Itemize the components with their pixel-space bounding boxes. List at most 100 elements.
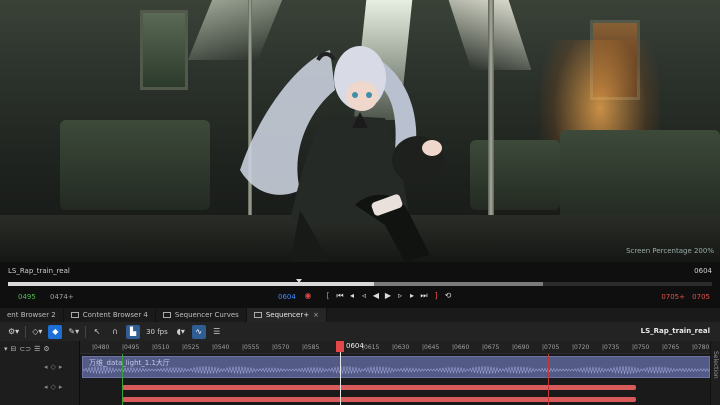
link-icon[interactable]: ⊂⊃: [19, 345, 31, 353]
tab-label: ent Browser 2: [7, 311, 56, 319]
outliner-header-row: ▾ ⊟ ⊂⊃ ☰ ⚙: [0, 343, 80, 355]
sequence-name: LS_Rap_train_real: [8, 267, 70, 275]
tab-sequencer-curves[interactable]: Sequencer Curves: [156, 308, 247, 322]
ruler-tick-label: |0735: [602, 344, 620, 351]
playback-controls: ◉ [ ⏮ ◂ ◃ ◀ ▶ ▹ ▸ ⏭ ] ⟲: [303, 291, 453, 301]
step-forward-icon[interactable]: ▹: [395, 291, 405, 301]
curve-editor-icon[interactable]: ∿: [191, 324, 206, 339]
snap-frames-icon[interactable]: ▙: [126, 324, 141, 339]
ruler-tick-label: |0495: [122, 344, 140, 351]
playback-scrub-bar[interactable]: [8, 282, 712, 286]
sequencer-editor-window: { "viewport": { "overlay_text": "Screen …: [0, 0, 720, 405]
jump-to-end-icon[interactable]: ⏭: [419, 291, 429, 301]
record-icon[interactable]: ◉: [303, 291, 313, 301]
current-time[interactable]: 0604: [278, 293, 296, 301]
jump-to-start-icon[interactable]: ⏮: [335, 291, 345, 301]
curve-icon: [162, 312, 171, 318]
scrub-handle[interactable]: [296, 279, 302, 283]
tab-label: Sequencer Curves: [174, 311, 239, 319]
ruler-tick-label: |0660: [452, 344, 470, 351]
audio-waveform: [83, 366, 710, 374]
key-interp-icon[interactable]: ◇▾: [30, 325, 44, 339]
snap-settings-icon[interactable]: ⚙▾: [6, 325, 21, 339]
ruler-tick-label: |0750: [632, 344, 650, 351]
divider: [25, 325, 27, 338]
cinematic-transport-bar: LS_Rap_train_real 0604 0495 0474+ 0604 0…: [0, 262, 720, 308]
settings-icon[interactable]: ⚙: [43, 345, 49, 353]
track-keys-row: ◂ ◇ ▸: [0, 381, 80, 393]
prev-key-icon[interactable]: ◂: [44, 363, 48, 371]
ruler-tick-label: |0540: [212, 344, 230, 351]
end-time[interactable]: 0705: [692, 293, 710, 301]
track-section-bar[interactable]: [122, 397, 636, 402]
audio-volume-icon[interactable]: ◖▾: [174, 325, 188, 339]
audio-track-keys: ◂ ◇ ▸: [0, 361, 80, 373]
tab-sequencer[interactable]: Sequencer+ ×: [246, 308, 327, 322]
close-icon[interactable]: ×: [313, 308, 319, 322]
ruler-tick-label: |0525: [182, 344, 200, 351]
screen-percentage-readout: Screen Percentage 200%: [626, 247, 714, 255]
ruler-tick-label: |0720: [572, 344, 590, 351]
next-key-icon[interactable]: ▸: [59, 363, 63, 371]
loop-icon[interactable]: ⟲: [443, 291, 453, 301]
prev-key-icon[interactable]: ◂: [44, 383, 48, 391]
previous-key-icon[interactable]: ◂: [347, 291, 357, 301]
next-key-icon[interactable]: ▸: [59, 383, 63, 391]
divider: [85, 325, 87, 338]
character-render: [240, 46, 444, 262]
key-icon[interactable]: ◇: [51, 363, 56, 371]
selection-side-tab[interactable]: Selection: [710, 341, 720, 405]
time-ruler[interactable]: |0480 |0495 |0510 |0525 |0540 |0555 |0570 |0585…: [80, 341, 710, 354]
ruler-tick-label: |0765: [662, 344, 680, 351]
playhead-line: [340, 352, 341, 405]
playback-range-start[interactable]: [122, 354, 123, 405]
folder-icon: [70, 312, 79, 318]
tab-content-browser-4[interactable]: Content Browser 4: [64, 308, 156, 322]
ruler-tick-label: |0615: [362, 344, 380, 351]
current-frame-right: 0604: [694, 267, 712, 275]
edit-mode-icon[interactable]: ✎▾: [66, 325, 81, 339]
play-icon[interactable]: ▶: [383, 291, 393, 301]
set-start-icon[interactable]: [: [323, 291, 333, 301]
auto-key-icon[interactable]: ◆: [48, 324, 63, 339]
tab-label: Sequencer+: [265, 311, 310, 319]
in-time[interactable]: 0474+: [50, 293, 74, 301]
ruler-tick-label: |0780: [692, 344, 710, 351]
dropdown-icon[interactable]: ▾: [4, 345, 8, 353]
set-end-icon[interactable]: ]: [431, 291, 441, 301]
track-area[interactable]: |0480 |0495 |0510 |0525 |0540 |0555 |0570 |0585…: [80, 341, 710, 405]
ruler-tick-label: |0630: [392, 344, 410, 351]
waveform-path: [83, 366, 710, 374]
tab-content-browser-2[interactable]: ent Browser 2: [0, 308, 64, 322]
ruler-tick-label: |0645: [422, 344, 440, 351]
lock-icon[interactable]: ⊟: [11, 345, 17, 353]
sequence-asset-name: LS_Rap_train_real: [640, 327, 710, 335]
play-reverse-icon[interactable]: ◀: [371, 291, 381, 301]
step-back-icon[interactable]: ◃: [359, 291, 369, 301]
selection-label: Selection: [712, 351, 719, 379]
ruler-tick-label: |0510: [152, 344, 170, 351]
ruler-tick-label: |0585: [302, 344, 320, 351]
select-tool-icon[interactable]: ↖: [90, 325, 104, 339]
filter-icon[interactable]: ☰: [34, 345, 40, 353]
playhead-handle[interactable]: [336, 341, 344, 352]
playback-fps[interactable]: 30 fps: [144, 328, 170, 336]
start-time[interactable]: 0495: [18, 293, 36, 301]
magnet-snap-icon[interactable]: ∩: [108, 325, 122, 339]
ruler-tick-label: |0675: [482, 344, 500, 351]
tab-label: Content Browser 4: [82, 311, 148, 319]
next-key-icon[interactable]: ▸: [407, 291, 417, 301]
track-section-bar[interactable]: [122, 385, 636, 390]
track-list-icon[interactable]: ☰: [210, 325, 224, 339]
ruler-tick-label: |0480: [92, 344, 110, 351]
playhead-frame: 0604: [346, 342, 364, 350]
playback-range-end[interactable]: [548, 354, 549, 405]
audio-section[interactable]: 万维_data_light_1.1大厅: [82, 356, 710, 378]
out-time[interactable]: 0705+: [661, 293, 685, 301]
level-viewport[interactable]: Screen Percentage 200%: [0, 0, 720, 262]
key-icon[interactable]: ◇: [51, 383, 56, 391]
sequencer-toolbar: ⚙▾ ◇▾ ◆ ✎▾ ↖ ∩ ▙ 30 fps ◖▾ ∿ ☰ LS_Rap_tr…: [0, 322, 720, 341]
sequencer-timeline: ▾ ⊟ ⊂⊃ ☰ ⚙ ◂ ◇ ▸ ◂ ◇ ▸ |0480 |0495 |0510 |0…: [0, 341, 720, 405]
ruler-tick-label: |0570: [272, 344, 290, 351]
